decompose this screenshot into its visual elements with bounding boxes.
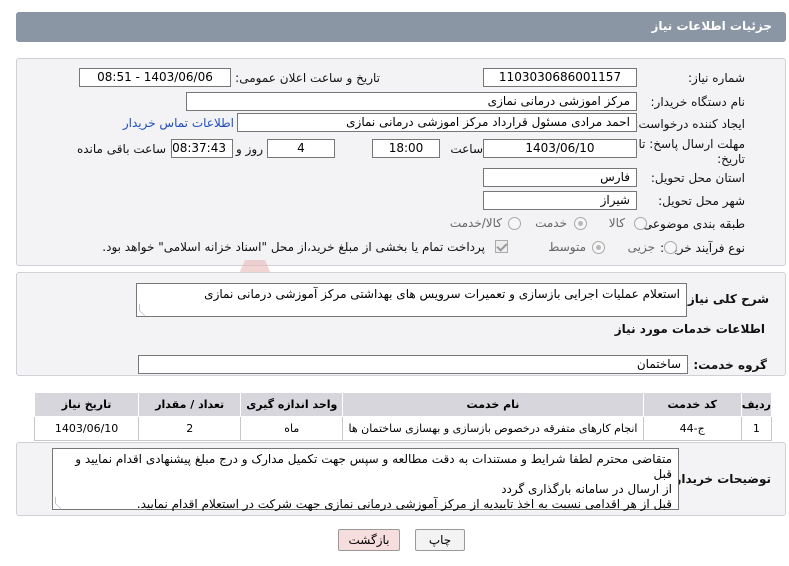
resize-handle-icon[interactable] — [139, 303, 146, 318]
table-row: 1 ج-44 انجام کارهای متفرقه درخصوص بازساز… — [33, 416, 773, 441]
buyer-notes-line-2: از ارسال در سامانه بارگذاری گردد — [501, 482, 672, 496]
back-button[interactable]: بازگشت — [338, 529, 400, 551]
col-need-date: تاریخ نیاز — [33, 392, 140, 417]
deadline-date-field: 1403/06/10 — [483, 139, 637, 158]
category-option-goods: کالا — [608, 216, 625, 230]
category-radio-goods-service[interactable] — [508, 217, 521, 230]
buyer-notes-textarea[interactable]: متقاضی محترم لطفا شرایط و مستندات به دقت… — [52, 448, 679, 511]
category-radio-goods[interactable] — [634, 217, 647, 230]
province-label: استان محل تحویل: — [650, 171, 745, 185]
col-service-name: نام خدمت — [342, 392, 644, 417]
province-field: فارس — [483, 168, 637, 187]
treasury-payment-note: پرداخت تمام یا بخشی از مبلغ خرید،از محل … — [102, 240, 485, 254]
deadline-time-field: 18:00 — [372, 139, 440, 158]
treasury-payment-checkbox[interactable] — [495, 240, 508, 253]
creator-label: ایجاد کننده درخواست: — [634, 117, 745, 131]
category-option-goods-service: کالا/خدمت — [449, 216, 502, 230]
category-radio-service[interactable] — [574, 217, 587, 230]
cell-quantity: 2 — [138, 416, 242, 441]
deadline-label: مهلت ارسال پاسخ: تا — [638, 137, 745, 151]
category-option-service: خدمت — [535, 216, 567, 230]
cell-row-number: 1 — [740, 416, 773, 441]
page-header: جزئیات اطلاعات نیاز — [16, 12, 786, 42]
cell-need-date: 1403/06/10 — [33, 416, 140, 441]
days-remaining-field: 4 — [267, 139, 335, 158]
cell-service-code: ج-44 — [642, 416, 742, 441]
col-unit: واحد اندازه گیری — [240, 392, 344, 417]
buyer-org-label: نام دستگاه خریدار: — [650, 95, 746, 109]
services-table: ردیف کد خدمت نام خدمت واحد اندازه گیری ت… — [33, 392, 773, 441]
cell-service-name: انجام کارهای متفرقه درخصوص بازسازی و بهس… — [342, 416, 644, 441]
page-title: جزئیات اطلاعات نیاز — [651, 19, 772, 33]
service-group-label: گروه خدمت: — [693, 358, 767, 372]
announce-datetime-label: تاریخ و ساعت اعلان عمومی: — [235, 71, 380, 85]
col-service-code: کد خدمت — [642, 392, 742, 417]
table-header-row: ردیف کد خدمت نام خدمت واحد اندازه گیری ت… — [33, 392, 773, 417]
buyer-contact-link[interactable]: اطلاعات تماس خریدار — [123, 116, 234, 130]
city-label: شهر محل تحویل: — [658, 194, 745, 208]
buyer-notes-line-1: متقاضی محترم لطفا شرایط و مستندات به دقت… — [75, 452, 672, 481]
services-section-title: اطلاعات خدمات مورد نیاز — [614, 322, 765, 336]
col-row-number: ردیف — [740, 392, 773, 417]
buyer-org-field: مرکز اموزشی درمانی نمازی — [186, 92, 637, 111]
announce-datetime-field: 1403/06/06 - 08:51 — [79, 68, 231, 87]
category-label: طبقه بندی موضوعی: — [638, 217, 745, 231]
process-option-minor: جزیی — [627, 240, 655, 254]
summary-text: استعلام عملیات اجرایی بازسازی و تعمیرات … — [204, 287, 680, 301]
print-button[interactable]: چاپ — [415, 529, 465, 551]
city-field: شیراز — [483, 191, 637, 210]
deadline-label-2: تاریخ: — [717, 152, 745, 166]
service-group-field: ساختمان — [138, 355, 688, 374]
remaining-time-label: ساعت باقی مانده — [76, 142, 166, 156]
buyer-notes-label: توضیحات خریدار: — [669, 472, 771, 486]
summary-textarea[interactable]: استعلام عملیات اجرایی بازسازی و تعمیرات … — [136, 283, 687, 318]
process-option-medium: متوسط — [548, 240, 586, 254]
process-radio-minor[interactable] — [664, 241, 677, 254]
days-label: روز و — [236, 142, 263, 156]
deadline-hour-label: ساعت — [450, 142, 483, 156]
creator-field: احمد مرادی مسئول قرارداد مرکز اموزشی درم… — [237, 113, 637, 132]
need-number-label: شماره نیاز: — [688, 71, 745, 85]
cell-unit: ماه — [240, 416, 344, 441]
buyer-notes-line-3: قبل از هر اقدامی نسبت به اخذ تاییدیه از … — [136, 497, 672, 511]
process-radio-medium[interactable] — [592, 241, 605, 254]
need-number-field: 1103030686001157 — [483, 68, 637, 87]
col-quantity: تعداد / مقدار — [138, 392, 242, 417]
summary-label: شرح کلی نیاز: — [683, 292, 769, 306]
remaining-time-field: 08:37:43 — [171, 139, 233, 158]
need-info-panel — [16, 58, 786, 266]
